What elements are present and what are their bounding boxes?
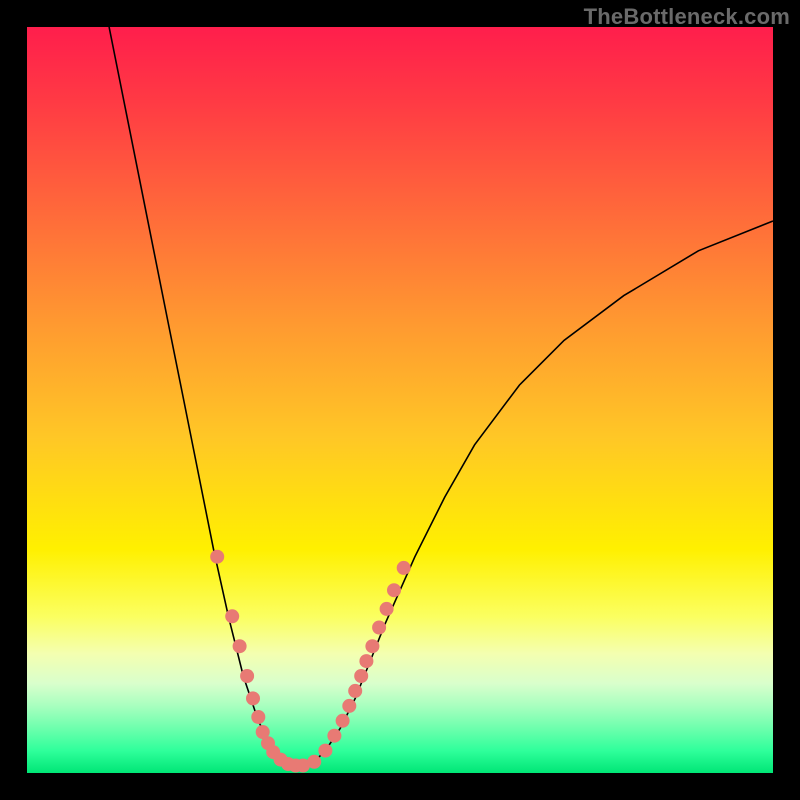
chart-frame: TheBottleneck.com xyxy=(0,0,800,800)
watermark-text: TheBottleneck.com xyxy=(584,4,790,30)
plot-background-gradient xyxy=(27,27,773,773)
